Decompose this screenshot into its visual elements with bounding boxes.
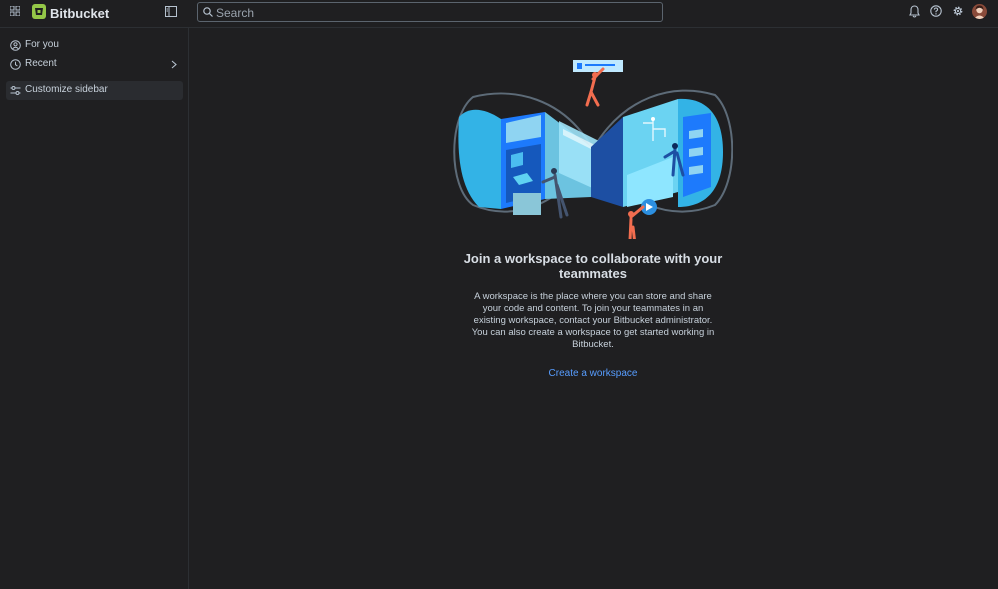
app-switcher-icon[interactable] [10, 6, 20, 16]
sidebar-item-customize-sidebar[interactable]: Customize sidebar [6, 81, 183, 100]
workspace-illustration [453, 60, 733, 239]
create-workspace-link[interactable]: Create a workspace [530, 368, 656, 379]
search-placeholder: Search [216, 6, 255, 20]
sidebar-item-label: Recent [25, 58, 57, 69]
settings-icon[interactable] [952, 5, 964, 17]
clock-icon [10, 59, 21, 70]
sidebar-item-recent[interactable]: Recent [6, 55, 183, 74]
sidebar-item-label: For you [25, 39, 59, 50]
bitbucket-logo-icon[interactable] [32, 4, 46, 19]
sidebar-item-for-you[interactable]: For you [6, 36, 183, 55]
sliders-icon [10, 86, 21, 95]
empty-state-description: A workspace is the place where you can s… [471, 291, 715, 350]
person-circle-icon [10, 40, 21, 51]
top-navigation-bar: Bitbucket Search [0, 0, 998, 28]
main-content: Join a workspace to collaborate with you… [190, 29, 998, 589]
sidebar-item-label: Customize sidebar [25, 84, 108, 95]
avatar-image [972, 4, 987, 19]
chevron-right-icon[interactable] [171, 60, 177, 69]
search-icon [203, 7, 213, 17]
search-input[interactable]: Search [197, 2, 663, 22]
empty-state-heading: Join a workspace to collaborate with you… [463, 251, 723, 281]
sidebar: For you Recent Customize sidebar [0, 28, 189, 589]
sidebar-toggle-icon[interactable] [165, 6, 177, 17]
product-name[interactable]: Bitbucket [50, 6, 109, 21]
help-icon[interactable] [930, 5, 942, 17]
notifications-icon[interactable] [909, 5, 920, 18]
avatar[interactable] [972, 4, 987, 19]
